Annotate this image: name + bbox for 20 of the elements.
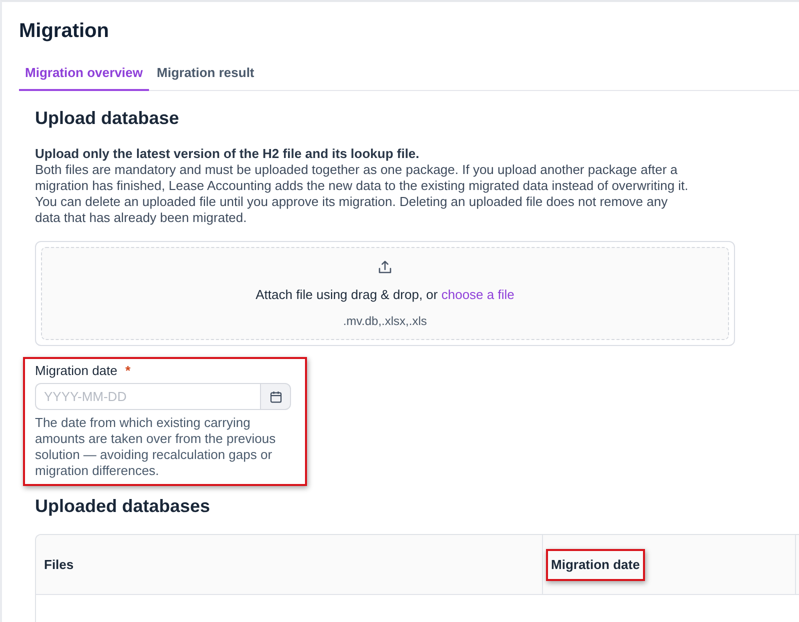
choose-file-link[interactable]: choose a file [441,287,514,302]
calendar-button[interactable] [260,383,291,410]
dropzone[interactable]: Attach file using drag & drop, or choose a file .mv.db,.xlsx,.xls [41,247,729,340]
column-header: Migration date [546,548,645,580]
dropzone-text: Attach file using drag & drop, or choose a file [256,286,514,304]
field-label: Migration date [35,363,118,379]
required-mark: * [125,363,130,379]
column-header: Files [44,556,74,572]
upload-icon [377,259,393,275]
intro-lead: Upload only the latest version of the H2 file and its lookup file. [35,146,420,162]
tab[interactable]: Migration result [150,60,260,91]
help-text: The date from which existing carrying amounts are taken over from the previous solution — avoiding recalculation gaps or migration differences. [35,415,277,479]
page-title: Migration [19,19,110,43]
section-heading: Upload database [35,107,180,129]
calendar-icon [270,390,282,402]
intro-text: Both files are mandatory and must be uploaded together as one package. If you upload another package after a migration has finished, Lease Accounting adds the new data to the existing migrated data instead of overwriting it. You can delete an uploaded file until you approve its migration. Deleting an uploaded file does not remove any data that has already been migrated. [35,162,690,226]
date-input[interactable]: YYYY-MM-DD [35,383,260,410]
tab[interactable]: Migration overview [19,60,149,91]
file-types: .mv.db,.xlsx,.xls [343,313,427,329]
section-heading: Uploaded databases [35,495,212,517]
